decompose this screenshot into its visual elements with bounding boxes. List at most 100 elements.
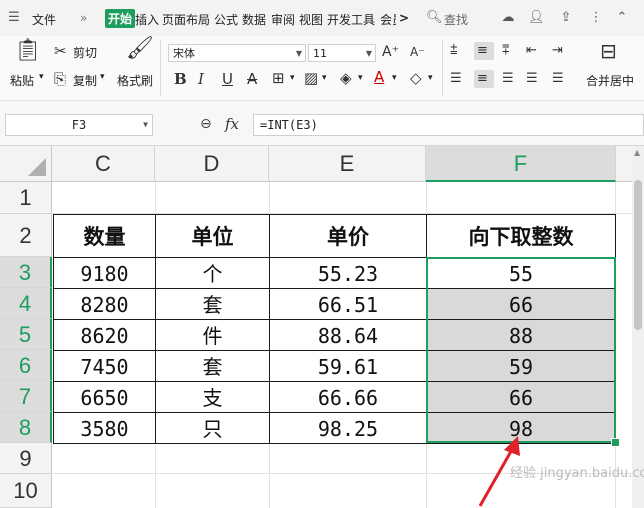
formula-input[interactable]: =INT(E3)	[253, 114, 644, 136]
copy-icon[interactable]: ⎘	[54, 70, 66, 88]
table-cell[interactable]: 98.25	[269, 412, 427, 444]
column-header-e[interactable]: E	[269, 146, 426, 182]
tab-insert[interactable]: 插入	[135, 11, 159, 28]
column-header-c[interactable]: C	[52, 146, 155, 182]
table-cell[interactable]: 6650	[53, 381, 156, 413]
table-cell[interactable]: 3580	[53, 412, 156, 444]
column-header-d[interactable]: D	[155, 146, 269, 182]
table-cell[interactable]: 支	[155, 381, 270, 413]
table-cell[interactable]: 个	[155, 257, 270, 289]
format-painter-button[interactable]: 格式刷	[117, 72, 153, 89]
tab-home[interactable]: 开始	[105, 9, 136, 28]
cloud-sync-icon[interactable]: ☁	[500, 10, 516, 26]
table-cell[interactable]: 55.23	[269, 257, 427, 289]
paste-button[interactable]: 粘贴	[10, 72, 34, 89]
table-header-cell[interactable]: 单位	[155, 214, 270, 258]
increase-font-icon[interactable]: A⁺	[382, 43, 399, 61]
eraser-dropdown-icon[interactable]: ▾	[428, 73, 433, 83]
border-icon[interactable]: ⊞	[272, 69, 285, 87]
underline-icon[interactable]: U	[222, 70, 233, 88]
file-menu[interactable]: 文件	[32, 11, 56, 28]
copy-dropdown-icon[interactable]: ▾	[100, 72, 105, 82]
fill-pattern-icon[interactable]: ▨	[304, 69, 318, 87]
row-header-5[interactable]: 5	[0, 319, 52, 350]
table-cell[interactable]: 7450	[53, 350, 156, 382]
tab-view[interactable]: 视图	[299, 11, 323, 28]
row-header-9[interactable]: 9	[0, 443, 52, 474]
justify-icon[interactable]: ☰	[526, 70, 538, 88]
paste-icon[interactable]: 📋︎	[14, 40, 42, 62]
fill-dropdown-icon[interactable]: ▾	[358, 73, 363, 83]
tab-data[interactable]: 数据	[242, 11, 266, 28]
align-left-icon[interactable]: ☰	[450, 70, 462, 88]
table-header-cell[interactable]: 数量	[53, 214, 156, 258]
tab-member[interactable]: 会员	[380, 11, 396, 28]
merge-center-icon[interactable]: ⊟	[600, 41, 617, 61]
tab-developer[interactable]: 开发工具	[327, 11, 375, 28]
align-right-icon[interactable]: ☰	[502, 70, 514, 88]
more-icon[interactable]: ⋮	[588, 10, 604, 26]
font-color-icon[interactable]: A	[374, 68, 384, 86]
fill-handle[interactable]	[611, 438, 620, 447]
fx-icon[interactable]: fx	[225, 115, 239, 133]
italic-icon[interactable]: I	[198, 70, 204, 88]
table-cell[interactable]: 66.51	[269, 288, 427, 320]
pattern-dropdown-icon[interactable]: ▾	[322, 73, 327, 83]
zoom-magnifier-icon[interactable]: ⊖	[200, 116, 212, 132]
row-header-1[interactable]: 1	[0, 182, 52, 214]
scroll-up-arrow-icon[interactable]: ▲	[634, 148, 640, 157]
scissors-icon[interactable]: ✂	[54, 42, 67, 60]
paste-dropdown-icon[interactable]: ▾	[39, 72, 44, 82]
chevron-up-icon[interactable]: ⌃	[614, 10, 630, 26]
table-cell[interactable]: 套	[155, 288, 270, 320]
align-bottom-icon[interactable]: ⩱	[502, 42, 510, 60]
row-header-8[interactable]: 8	[0, 412, 52, 443]
table-header-cell[interactable]: 单价	[269, 214, 427, 258]
align-top-icon[interactable]: ⩲	[450, 42, 458, 60]
table-cell[interactable]: 套	[155, 350, 270, 382]
table-cell[interactable]: 8620	[53, 319, 156, 351]
chevron-double-right-icon[interactable]: »	[80, 11, 87, 25]
format-painter-icon[interactable]: 🖌︎	[126, 38, 154, 60]
row-header-10[interactable]: 10	[0, 474, 52, 508]
eraser-icon[interactable]: ◇	[410, 69, 422, 87]
row-header-6[interactable]: 6	[0, 350, 52, 381]
border-dropdown-icon[interactable]: ▾	[290, 73, 295, 83]
row-header-7[interactable]: 7	[0, 381, 52, 412]
copy-button[interactable]: 复制	[73, 72, 97, 89]
decrease-font-icon[interactable]: A⁻	[410, 43, 425, 61]
table-cell[interactable]: 59.61	[269, 350, 427, 382]
tab-formulas[interactable]: 公式	[214, 11, 238, 28]
table-cell[interactable]: 只	[155, 412, 270, 444]
table-cell[interactable]: 件	[155, 319, 270, 351]
merge-center-button[interactable]: 合并居中	[586, 72, 634, 89]
hamburger-menu-icon[interactable]: ☰	[6, 10, 22, 26]
table-header-cell[interactable]: 向下取整数	[426, 214, 616, 258]
strikethrough-icon[interactable]: A	[247, 70, 257, 88]
font-name-select[interactable]: 宋体 ▼	[168, 44, 306, 62]
row-header-2[interactable]: 2	[0, 214, 52, 257]
table-cell[interactable]: 66.66	[269, 381, 427, 413]
scrollbar-thumb[interactable]	[634, 180, 642, 330]
tabs-more-button[interactable]: >	[399, 11, 409, 25]
fill-color-icon[interactable]: ◈	[340, 69, 352, 87]
cut-button[interactable]: 剪切	[73, 44, 97, 61]
upload-icon[interactable]: ⇪	[558, 10, 574, 26]
name-box[interactable]: F3 ▼	[5, 114, 153, 136]
indent-decrease-icon[interactable]: ⇤	[526, 42, 537, 60]
tab-page-layout[interactable]: 页面布局	[162, 11, 210, 28]
column-header-g[interactable]	[616, 146, 632, 182]
distribute-icon[interactable]: ☰	[552, 70, 564, 88]
table-cell[interactable]: 8280	[53, 288, 156, 320]
row-header-3[interactable]: 3	[0, 257, 52, 288]
search-box[interactable]: 🔍︎ 查找	[422, 8, 498, 28]
bold-icon[interactable]: B	[174, 70, 187, 88]
table-cell[interactable]: 9180	[53, 257, 156, 289]
align-center-button[interactable]: ≡	[474, 70, 494, 88]
share-user-icon[interactable]: 👤︎	[528, 10, 545, 26]
tab-review[interactable]: 审阅	[271, 11, 295, 28]
indent-increase-icon[interactable]: ⇥	[552, 42, 563, 60]
row-header-4[interactable]: 4	[0, 288, 52, 319]
align-middle-button[interactable]: ≡	[474, 42, 494, 60]
font-size-select[interactable]: 11 ▼	[308, 44, 376, 62]
